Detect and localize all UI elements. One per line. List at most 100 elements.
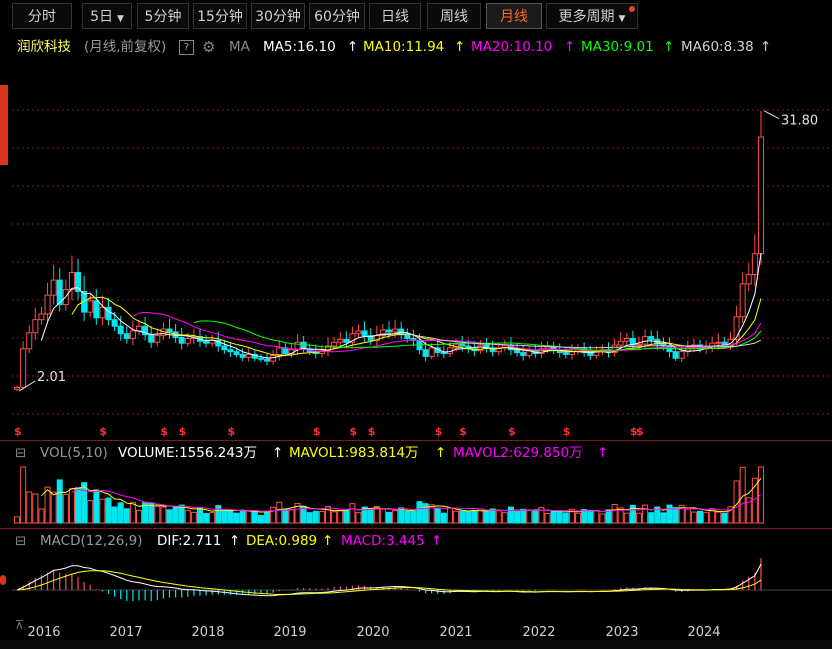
- candle-body: [404, 334, 411, 339]
- volume-bar: [599, 513, 606, 524]
- volume-bar: [38, 508, 45, 524]
- tab-7[interactable]: 周线: [427, 3, 481, 29]
- candle-body: [26, 332, 33, 350]
- volume-bar: [648, 512, 655, 524]
- volume-bar: [453, 510, 460, 524]
- help-icon[interactable]: ?: [179, 34, 194, 60]
- tab-9[interactable]: 更多周期 ▼: [546, 3, 638, 29]
- dividend-mark-icon: $: [99, 425, 107, 438]
- volume-bar: [166, 509, 173, 524]
- candle-body: [757, 136, 764, 255]
- ma10-value: MA10:11.94: [363, 39, 445, 55]
- high-label: 31.80: [781, 114, 818, 129]
- candle-body: [276, 347, 283, 356]
- candle-body: [392, 328, 399, 333]
- candle-body: [544, 346, 551, 350]
- mavol1-value: MAVOL1:983.814万: [289, 445, 419, 461]
- candle-body: [117, 325, 124, 335]
- candle-body: [227, 349, 234, 353]
- volume-bar: [471, 510, 478, 524]
- chart-mode: (月线,前复权): [84, 39, 167, 55]
- volume-bar: [14, 516, 21, 524]
- pin-icon[interactable]: ⊼: [15, 618, 24, 632]
- volume-bar: [526, 509, 533, 524]
- tab-4[interactable]: 30分钟: [251, 3, 305, 29]
- vol-title[interactable]: VOL(5,10): [40, 442, 108, 464]
- tab-2[interactable]: 5分钟: [137, 3, 189, 29]
- tab-3[interactable]: 15分钟: [193, 3, 247, 29]
- chevron-down-icon: ▼: [117, 14, 124, 24]
- volume-bar: [184, 509, 191, 524]
- volume-bar: [245, 509, 252, 524]
- candle-body: [331, 341, 338, 347]
- volume-bar: [483, 510, 490, 524]
- volume-bar: [642, 504, 649, 524]
- candle-body: [264, 358, 271, 362]
- stock-name[interactable]: 润欣科技: [17, 34, 71, 60]
- dividend-mark-icon: $: [563, 425, 571, 438]
- volume-bar: [550, 510, 557, 524]
- candle-body: [184, 337, 191, 344]
- gear-icon[interactable]: ⚙: [202, 34, 215, 60]
- tab-1[interactable]: 5日 ▼: [82, 3, 132, 29]
- volume-bar: [239, 510, 246, 524]
- dividend-mark-icon: $: [160, 425, 168, 438]
- info-bar: 润欣科技 (月线,前复权) ? ⚙ MA MA5:16.10 ↑ MA10:11…: [0, 34, 832, 60]
- candle-body: [678, 351, 685, 359]
- volume-bar: [544, 512, 551, 524]
- volume-bar: [556, 510, 563, 524]
- ma60-value: MA60:8.38: [681, 39, 754, 55]
- volume-bar: [196, 507, 203, 524]
- candle-body: [221, 345, 228, 351]
- notification-dot: [629, 6, 635, 12]
- candle-body: [148, 334, 155, 343]
- dif-value: DIF:2.711: [157, 533, 222, 549]
- year-label: 2020: [356, 625, 389, 640]
- volume-bar: [136, 509, 142, 524]
- volume-bar: [703, 512, 710, 524]
- candle-body: [739, 283, 746, 318]
- tab-8[interactable]: 月线: [486, 3, 542, 29]
- mavol1-arrow-icon: ↑: [435, 445, 447, 461]
- volume-bar: [562, 512, 569, 524]
- candlestick-chart[interactable]: 31.802.01$ $ $ $ $ $ $ $ $ $ $ $ $$: [0, 60, 832, 440]
- volume-bar: [532, 510, 539, 524]
- candle-body: [239, 353, 246, 358]
- candle-body: [75, 272, 82, 292]
- volume-bar: [233, 512, 240, 524]
- volume-chart[interactable]: [0, 465, 832, 525]
- volume-bar: [148, 502, 155, 524]
- volume-bar: [465, 511, 472, 524]
- volume-bar: [690, 511, 697, 524]
- dif-arrow-icon: ↑: [229, 533, 241, 549]
- dividend-mark-icon: $: [227, 425, 235, 438]
- macd-title[interactable]: MACD(12,26,9): [40, 530, 143, 552]
- tab-6[interactable]: 日线: [369, 3, 421, 29]
- candle-body: [93, 300, 100, 319]
- volume-bar: [209, 512, 216, 524]
- volume-bar: [123, 508, 130, 524]
- dividend-mark-icon: $: [368, 425, 376, 438]
- candle-body: [386, 329, 392, 333]
- collapse-icon[interactable]: ⊟: [15, 530, 26, 552]
- candle-body: [751, 253, 758, 275]
- dividend-mark-icon: $: [14, 425, 22, 438]
- macd-chart[interactable]: [0, 550, 832, 620]
- candle-body: [154, 335, 161, 343]
- volume-bar: [251, 510, 258, 524]
- candle-body: [50, 279, 57, 296]
- ma10-arrow-icon: ↑: [454, 39, 466, 55]
- volume-bar: [117, 502, 124, 524]
- tab-5[interactable]: 60分钟: [309, 3, 365, 29]
- collapse-icon[interactable]: ⊟: [15, 442, 26, 464]
- high-pointer: [763, 110, 780, 120]
- volume-bar: [446, 507, 453, 524]
- tab-0[interactable]: 分时: [12, 3, 72, 29]
- volume-bar: [105, 497, 112, 524]
- candle-body: [355, 330, 362, 335]
- low-label: 2.01: [37, 370, 66, 385]
- candle-body: [648, 336, 655, 340]
- ma-label[interactable]: MA: [229, 34, 250, 60]
- macd-line: [16, 563, 762, 597]
- volume-bar: [68, 488, 75, 524]
